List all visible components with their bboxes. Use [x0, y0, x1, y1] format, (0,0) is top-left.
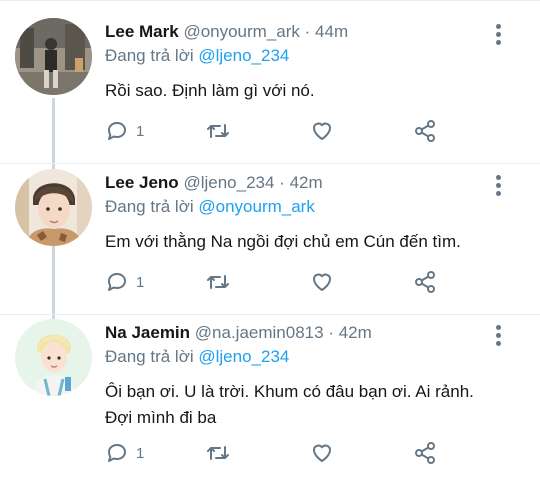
mention-link[interactable]: @ljeno_234: [198, 46, 289, 65]
author-handle[interactable]: @onyourm_ark: [183, 22, 299, 41]
separator-dot: ·: [279, 173, 285, 192]
mention-link[interactable]: @onyourm_ark: [198, 197, 314, 216]
mention-link[interactable]: @ljeno_234: [198, 347, 289, 366]
reply-count: 1: [136, 273, 145, 291]
like-button[interactable]: [310, 269, 334, 295]
like-button[interactable]: [310, 440, 334, 466]
share-icon: [415, 120, 435, 142]
timestamp[interactable]: 44m: [315, 22, 348, 41]
tweet[interactable]: Lee Jeno @ljeno_234 · 42m Đang trả lời @…: [0, 165, 540, 315]
avatar[interactable]: [15, 18, 92, 95]
reply-count: 1: [136, 122, 145, 140]
tweet[interactable]: Na Jaemin @na.jaemin0813 · 42m Đang trả …: [0, 315, 540, 489]
share-icon: [415, 271, 435, 293]
more-options-icon[interactable]: [496, 325, 502, 347]
replying-to-label: Đang trả lời: [105, 46, 194, 65]
share-button[interactable]: [413, 118, 437, 144]
street-photo-avatar-icon: [15, 18, 92, 95]
comment-icon: [108, 273, 126, 291]
share-button[interactable]: [413, 269, 437, 295]
timestamp[interactable]: 42m: [339, 323, 372, 342]
tweet-divider: [0, 163, 540, 164]
retweet-icon: [207, 124, 229, 138]
comment-icon: [108, 122, 126, 140]
portrait-avatar-icon: [15, 169, 92, 246]
tweet-actions: 1: [105, 118, 445, 144]
author-name[interactable]: Lee Jeno: [105, 173, 179, 192]
reply-button[interactable]: 1: [105, 269, 144, 295]
replying-to: Đang trả lời @ljeno_234: [105, 46, 500, 66]
retweet-button[interactable]: [205, 118, 231, 144]
reply-button[interactable]: 1: [105, 118, 144, 144]
more-options-icon[interactable]: [496, 175, 502, 197]
retweet-icon: [207, 275, 229, 289]
comment-icon: [108, 444, 126, 462]
replying-to: Đang trả lời @ljeno_234: [105, 347, 500, 367]
retweet-button[interactable]: [205, 440, 231, 466]
illustrated-avatar-icon: [15, 319, 92, 396]
reply-button[interactable]: 1: [105, 440, 144, 466]
tweet-actions: 1: [105, 269, 445, 295]
tweet-text: Ôi bạn ơi. U là trời. Khum có đâu bạn ơi…: [105, 382, 474, 427]
avatar[interactable]: [15, 319, 92, 396]
more-options-icon[interactable]: [496, 24, 502, 46]
tweet-text: Em với thằng Na ngồi đợi chủ em Cún đến …: [105, 232, 461, 251]
replying-to-label: Đang trả lời: [105, 347, 194, 366]
timestamp[interactable]: 42m: [290, 173, 323, 192]
heart-icon: [313, 122, 331, 140]
retweet-icon: [207, 446, 229, 460]
reply-count: 1: [136, 444, 145, 462]
retweet-button[interactable]: [205, 269, 231, 295]
heart-icon: [313, 444, 331, 462]
tweet[interactable]: Lee Mark @onyourm_ark · 44m Đang trả lời…: [0, 14, 540, 164]
separator-dot: ·: [328, 323, 334, 342]
replying-to: Đang trả lời @onyourm_ark: [105, 197, 500, 217]
author-handle[interactable]: @ljeno_234: [183, 173, 274, 192]
tweet-thread: Lee Mark @onyourm_ark · 44m Đang trả lời…: [0, 0, 540, 489]
separator-dot: ·: [304, 22, 311, 41]
like-button[interactable]: [310, 118, 334, 144]
author-name[interactable]: Na Jaemin: [105, 323, 190, 342]
tweet-actions: 1: [105, 440, 445, 466]
heart-icon: [313, 273, 331, 291]
author-name[interactable]: Lee Mark: [105, 22, 179, 41]
author-handle[interactable]: @na.jaemin0813: [195, 323, 324, 342]
avatar[interactable]: [15, 169, 92, 246]
share-button[interactable]: [413, 440, 437, 466]
share-icon: [415, 442, 435, 464]
tweet-text: Rồi sao. Định làm gì với nó.: [105, 81, 315, 100]
replying-to-label: Đang trả lời: [105, 197, 194, 216]
